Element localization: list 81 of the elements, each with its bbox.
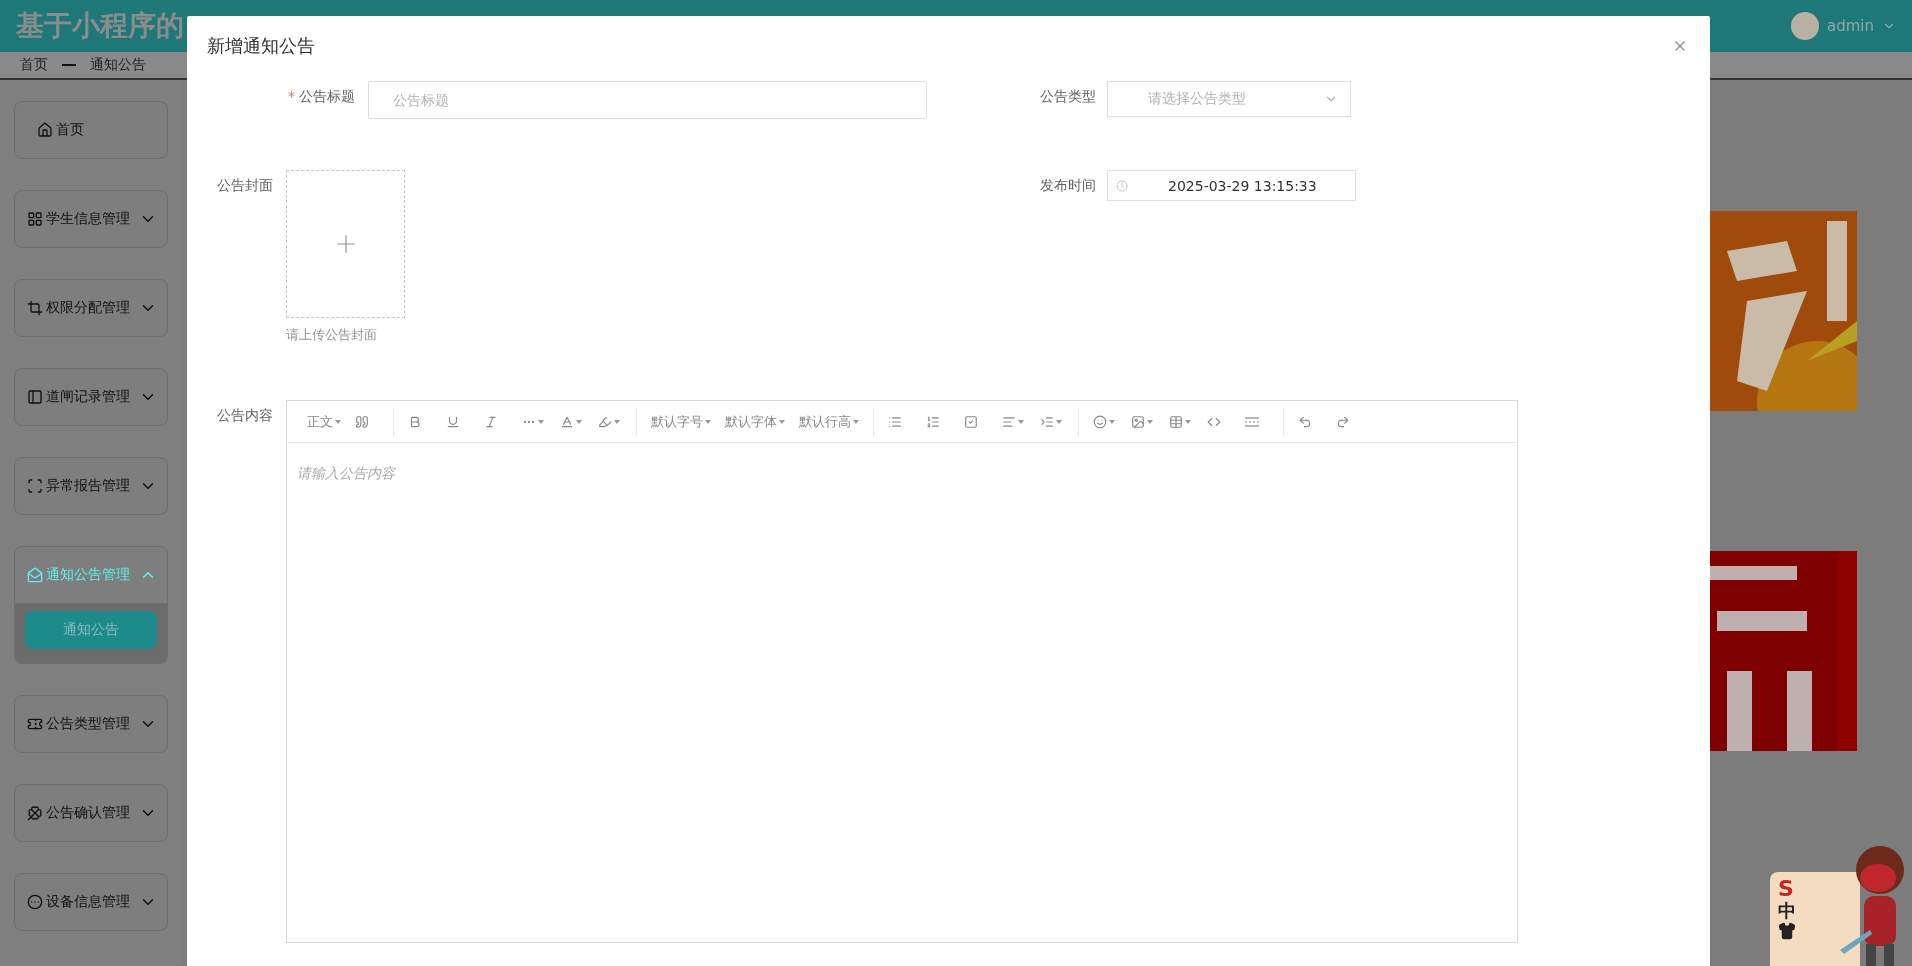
format-dropdown[interactable]: 默认字体 <box>719 407 791 436</box>
indent-icon <box>1040 414 1054 429</box>
menu-icon <box>27 716 43 732</box>
field-label: 公告封面 <box>217 176 273 192</box>
editor-placeholder: 请输入公告内容 <box>297 465 395 481</box>
app-title: 基于小程序的 <box>16 8 184 44</box>
underline-icon <box>446 414 460 429</box>
menu-label: 首页 <box>56 121 84 139</box>
field-label: 发布时间 <box>1040 176 1096 192</box>
sidebar-menu[interactable]: 权限分配管理 <box>14 279 168 337</box>
avatar-icon[interactable] <box>1791 12 1819 40</box>
upload-hint: 请上传公告封面 <box>286 326 378 344</box>
dialog-title: 新增通知公告 <box>207 34 315 58</box>
menu-label: 通知公告管理 <box>46 566 130 584</box>
caret-icon <box>1147 419 1153 424</box>
bold-icon <box>408 414 422 429</box>
sidebar-menu[interactable]: 通知公告管理 通知公告 <box>14 546 168 664</box>
title-input[interactable]: 公告标题 <box>368 81 927 119</box>
date-input[interactable]: 2025-03-29 13:15:33 <box>1107 170 1356 201</box>
menu-label: 学生信息管理 <box>46 210 130 228</box>
breadcrumb-item[interactable]: 通知公告 <box>90 56 146 74</box>
ime-logo: S <box>1778 878 1794 900</box>
sidebar-menu[interactable]: 首页 <box>14 101 168 159</box>
numbered-list-icon <box>926 414 940 429</box>
menu-label: 公告确认管理 <box>46 804 130 822</box>
menu-icon <box>27 805 43 821</box>
align-left-icon <box>1002 414 1016 429</box>
sidebar-menu[interactable]: 异常报告管理 <box>14 457 168 515</box>
quote-icon <box>355 414 369 429</box>
menu-label: 道闸记录管理 <box>46 388 130 406</box>
caret-icon <box>853 419 859 424</box>
caret-icon <box>705 419 711 424</box>
sidebar-menu[interactable]: 设备信息管理 <box>14 873 168 931</box>
bullet-list-icon <box>888 414 902 429</box>
menu-icon <box>27 300 43 316</box>
field-label: * 公告标题 <box>287 87 355 103</box>
menu-label: 公告类型管理 <box>46 715 130 733</box>
smiley-icon <box>1093 414 1107 429</box>
upload-area[interactable] <box>286 170 405 318</box>
caret-icon <box>538 419 544 424</box>
font-color-icon <box>560 414 574 429</box>
menu-icon <box>27 389 43 405</box>
heading-dropdown[interactable]: 正文 <box>301 407 347 436</box>
sidebar-menu[interactable]: 公告类型管理 <box>14 695 168 753</box>
menu-icon <box>27 894 43 910</box>
clock-icon <box>1116 179 1128 192</box>
sidebar-menu[interactable]: 公告确认管理 <box>14 784 168 842</box>
redo-icon <box>1336 414 1350 429</box>
content-input[interactable]: 请输入公告内容 <box>287 443 1517 942</box>
caret-icon <box>614 419 620 424</box>
menu-icon <box>27 567 43 583</box>
breadcrumb-item[interactable]: 首页 <box>20 56 48 74</box>
image-icon <box>1131 414 1145 429</box>
field-label: 公告内容 <box>217 406 273 422</box>
checkbox-icon <box>964 414 978 429</box>
menu-icon <box>27 478 43 494</box>
menu-icon <box>27 211 43 227</box>
caret-icon <box>779 419 785 424</box>
caret-icon <box>576 419 582 424</box>
menu-label: 设备信息管理 <box>46 893 130 911</box>
menu-icon <box>37 122 53 138</box>
menu-label: 异常报告管理 <box>46 477 130 495</box>
table-icon <box>1169 414 1183 429</box>
field-label: 公告类型 <box>1040 87 1096 103</box>
caret-icon <box>1185 419 1191 424</box>
italic-icon <box>484 414 498 429</box>
format-dropdown[interactable]: 默认行高 <box>793 407 865 436</box>
undo-icon <box>1298 414 1312 429</box>
caret-icon <box>335 419 341 424</box>
sidebar-menu[interactable]: 学生信息管理 <box>14 190 168 248</box>
format-dropdown[interactable]: 默认字号 <box>645 407 717 436</box>
ime-panel[interactable]: S 中 <box>1770 872 1860 966</box>
caret-icon <box>1018 419 1024 424</box>
menu-label: 权限分配管理 <box>46 299 130 317</box>
caret-icon <box>1056 419 1062 424</box>
sidebar-menu[interactable]: 道闸记录管理 <box>14 368 168 426</box>
ime-mode[interactable]: 中 <box>1778 902 1796 920</box>
shirt-icon[interactable] <box>1778 922 1796 940</box>
horizontal-line-icon <box>1245 416 1259 427</box>
caret-icon <box>1109 419 1115 424</box>
highlighter-icon <box>598 414 612 429</box>
